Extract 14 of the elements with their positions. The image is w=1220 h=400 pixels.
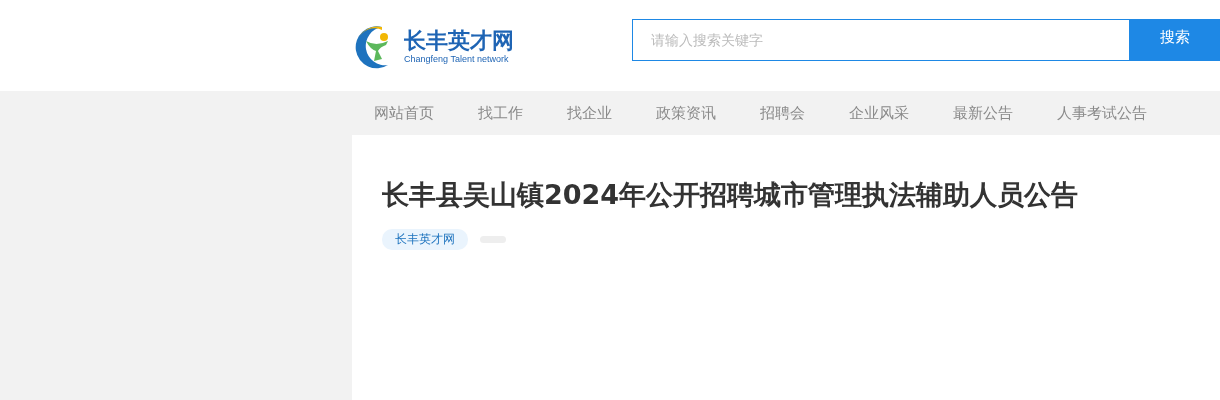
- logo-subtitle: Changfeng Talent network: [404, 53, 510, 64]
- nav-link[interactable]: 找工作: [456, 103, 545, 123]
- nav-link[interactable]: 找企业: [545, 103, 634, 123]
- nav-link[interactable]: 政策资讯: [634, 103, 738, 123]
- logo-name: 长丰英才网: [404, 27, 514, 54]
- nav-link[interactable]: 招聘会: [738, 103, 827, 123]
- source-tag: 长丰英才网: [382, 229, 468, 251]
- search-button[interactable]: 搜索: [1130, 18, 1220, 61]
- search-field[interactable]: 请输入搜索关键字: [632, 18, 1130, 61]
- nav-link[interactable]: 人事考试公告: [1035, 103, 1169, 123]
- nav-link[interactable]: 企业风采: [827, 103, 931, 123]
- article-title: 长丰县吴山镇2024年公开招聘城市管理执法辅助人员公告: [382, 179, 1080, 212]
- nav-link[interactable]: 网站首页: [352, 103, 456, 123]
- nav-link[interactable]: 最新公告: [931, 103, 1035, 123]
